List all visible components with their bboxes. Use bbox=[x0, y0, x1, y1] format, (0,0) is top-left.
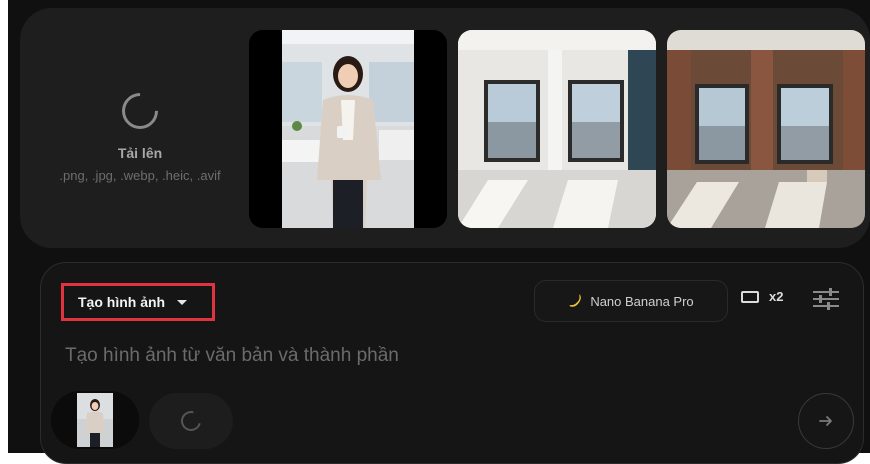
reference-image-chip[interactable] bbox=[51, 391, 139, 449]
send-button[interactable] bbox=[798, 393, 854, 449]
upload-formats: .png, .jpg, .webp, .heic, .avif bbox=[59, 167, 221, 183]
reference-thumbnail-image bbox=[77, 393, 113, 447]
mode-dropdown-label: Tạo hình ảnh bbox=[78, 294, 166, 310]
prompt-input[interactable] bbox=[63, 341, 667, 371]
arrow-right-icon bbox=[819, 416, 832, 426]
pending-upload-chip bbox=[149, 393, 233, 449]
prompt-panel: Tạo hình ảnh Nano Banana Pro x2 bbox=[40, 262, 864, 464]
loading-spinner-icon bbox=[177, 407, 205, 435]
unfinished-apartment-image bbox=[667, 30, 865, 228]
empty-apartment-image bbox=[458, 30, 656, 228]
upload-dropzone[interactable]: Tải lên .png, .jpg, .webp, .heic, .avif bbox=[40, 38, 240, 238]
sliders-icon bbox=[813, 288, 839, 310]
aspect-count-button[interactable]: x2 bbox=[741, 289, 783, 304]
upload-title: Tải lên bbox=[117, 144, 163, 161]
gallery-item-woman-office[interactable] bbox=[249, 30, 447, 228]
gallery-item-unfinished-apartment[interactable] bbox=[667, 30, 865, 228]
banana-icon bbox=[569, 294, 582, 307]
settings-button[interactable] bbox=[811, 285, 841, 313]
caret-down-icon bbox=[177, 299, 188, 305]
model-selector-button[interactable]: Nano Banana Pro bbox=[534, 280, 728, 322]
mode-dropdown[interactable]: Tạo hình ảnh bbox=[61, 283, 215, 321]
count-label: x2 bbox=[769, 289, 784, 304]
aspect-ratio-icon bbox=[741, 290, 759, 303]
model-label: Nano Banana Pro bbox=[590, 293, 694, 309]
loading-spinner-icon bbox=[114, 85, 166, 136]
gallery-item-empty-apartment[interactable] bbox=[458, 30, 656, 228]
woman-office-image bbox=[249, 30, 447, 228]
